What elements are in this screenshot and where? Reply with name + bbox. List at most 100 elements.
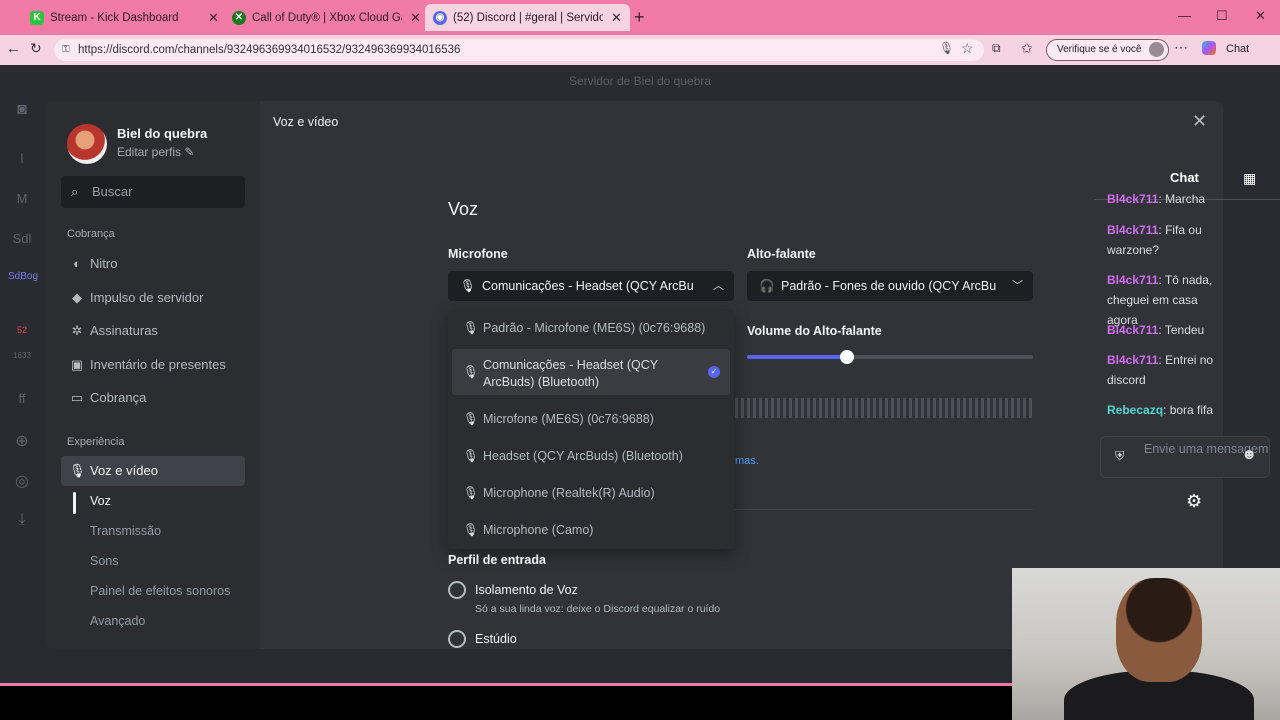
xbox-icon: ✕ — [232, 10, 246, 25]
subitem-voice[interactable]: Voz — [90, 494, 111, 508]
section-header-experience: Experiência — [67, 436, 125, 448]
speaker-volume-slider[interactable] — [747, 350, 1033, 364]
microphone-icon: 🎙 — [463, 365, 479, 379]
search-input[interactable]: ⌕ Buscar — [61, 176, 245, 208]
chat-username[interactable]: Rebecazq — [1107, 403, 1163, 417]
option-label: Microphone (Realtek(R) Audio) — [483, 486, 655, 500]
avatar — [1148, 42, 1164, 57]
chat-username[interactable]: Bl4ck711 — [1107, 223, 1158, 237]
minimize-icon[interactable]: — — [1178, 8, 1191, 23]
gift-icon: ▣ — [70, 357, 84, 372]
sidebar-item-server-boost[interactable]: ◆ Impulso de servidor — [61, 283, 245, 313]
shield-icon[interactable]: ⛨ — [1115, 449, 1124, 464]
chat-username[interactable]: Bl4ck711 — [1107, 323, 1158, 337]
microphone-option[interactable]: 🎙 Microfone (ME6S) (0c76:9688) — [452, 412, 730, 426]
server-badge: 52 — [16, 325, 27, 335]
mic-icon[interactable]: 🎙 — [939, 41, 954, 55]
chevron-down-icon: ﹀ — [1012, 280, 1023, 292]
verify-identity-button[interactable]: Verifique se é você — [1046, 39, 1169, 61]
server-icon[interactable]: M — [8, 191, 36, 206]
chat-message-input[interactable]: ⛨ Envie uma mensagem ☻ — [1100, 436, 1270, 478]
microphone-icon: 🎙 — [463, 486, 479, 500]
tab-discord[interactable]: ◉ (52) Discord | #geral | Servidor ✕ — [425, 4, 630, 31]
help-link[interactable]: mas. — [735, 455, 759, 467]
close-window-icon[interactable]: ✕ — [1255, 8, 1266, 24]
server-icon[interactable]: l — [8, 151, 36, 166]
voice-isolation-radio[interactable] — [448, 581, 466, 599]
server-icon[interactable]: ff — [8, 391, 36, 406]
copilot-icon[interactable] — [1202, 41, 1216, 55]
url-field[interactable]: ⚿ https://discord.com/channels/932496369… — [54, 39, 984, 61]
close-icon[interactable]: ✕ — [1192, 111, 1207, 132]
webcam-overlay — [1012, 568, 1280, 720]
microphone-select[interactable]: 🎙 Comunicações - Headset (QCY ArcBu ︿ — [448, 271, 734, 301]
sidebar-item-gift-inventory[interactable]: ▣ Inventário de presentes — [61, 350, 245, 380]
add-server-icon[interactable]: ⊕ — [8, 431, 36, 451]
server-icon[interactable]: 1633 — [8, 351, 36, 360]
sidebar-item-billing[interactable]: ▭ Cobrança — [61, 383, 245, 413]
close-tab-icon[interactable]: ✕ — [208, 10, 219, 26]
explore-icon[interactable]: ◎ — [8, 471, 36, 491]
emoji-icon[interactable]: ☻ — [1241, 447, 1257, 462]
chat-username[interactable]: Bl4ck711 — [1107, 192, 1158, 206]
address-bar-row: ← ↻ ⚿ https://discord.com/channels/93249… — [0, 35, 1280, 65]
webcam-person-head — [1116, 578, 1202, 682]
subitem-soundboard[interactable]: Painel de efeitos sonoros — [90, 584, 230, 598]
chat-message: Bl4ck711: Fifa ou warzone? — [1107, 223, 1202, 257]
copilot-chat-button[interactable]: Chat — [1226, 43, 1249, 55]
users-icon[interactable]: ▦ — [1243, 170, 1256, 187]
chat-username[interactable]: Bl4ck711 — [1107, 353, 1158, 367]
microphone-option-selected[interactable]: 🎙 Comunicações - Headset (QCY ArcBuds) (… — [452, 349, 730, 395]
microphone-option[interactable]: 🎙 Headset (QCY ArcBuds) (Bluetooth) — [452, 449, 730, 463]
star-icon[interactable]: ☆ — [961, 40, 974, 57]
microphone-option[interactable]: 🎙 Microphone (Camo) — [452, 523, 730, 537]
studio-radio[interactable] — [448, 630, 466, 648]
subitem-streaming[interactable]: Transmissão — [90, 524, 161, 538]
chat-text: bora fifa — [1169, 403, 1214, 417]
reload-icon[interactable]: ↻ — [30, 40, 42, 57]
tab-kick[interactable]: K Stream - Kick Dashboard ✕ — [22, 4, 227, 31]
edit-profile-link[interactable]: Editar perfis ✎ — [117, 145, 194, 159]
microphone-option[interactable]: 🎙 Padrão - Microfone (ME6S) (0c76:9688) — [452, 321, 730, 335]
close-tab-icon[interactable]: ✕ — [611, 10, 622, 26]
input-profile-label: Perfil de entrada — [448, 553, 546, 567]
sidebar-item-label: Inventário de presentes — [90, 357, 226, 372]
stream-chat-title: Chat — [1170, 170, 1199, 185]
favorites-icon[interactable]: ✩ — [1021, 40, 1033, 57]
sidebar-item-label: Impulso de servidor — [90, 290, 204, 305]
speaker-select[interactable]: 🎧 Padrão - Fones de ouvido (QCY ArcBu ﹀ — [747, 271, 1033, 301]
speaker-volume-label: Volume do Alto-falante — [747, 324, 882, 338]
microphone-dropdown: 🎙 Padrão - Microfone (ME6S) (0c76:9688) … — [448, 309, 734, 549]
microphone-option[interactable]: 🎙 Microphone (Realtek(R) Audio) — [452, 486, 730, 500]
microphone-icon: 🎙 — [463, 523, 479, 537]
tab-xbox[interactable]: ✕ Call of Duty® | Xbox Cloud Gaming ✕ — [224, 4, 429, 31]
server-icon[interactable]: SdBog — [8, 271, 38, 282]
gear-icon[interactable]: ⚙ — [1186, 491, 1202, 512]
sidebar-item-nitro[interactable]: ◐ Nitro — [61, 249, 245, 279]
credit-card-icon: ▭ — [70, 390, 84, 405]
new-tab-icon[interactable]: + — [634, 7, 645, 28]
subitem-sounds[interactable]: Sons — [90, 554, 119, 568]
avatar[interactable] — [67, 124, 107, 164]
settings-sidebar: Biel do quebra Editar perfis ✎ ⌕ Buscar … — [46, 101, 260, 649]
extensions-icon[interactable]: ⧉ — [992, 41, 1001, 56]
close-tab-icon[interactable]: ✕ — [410, 10, 421, 26]
speaker-label: Alto-falante — [747, 247, 816, 261]
server-icon[interactable]: Sdl — [8, 231, 36, 246]
subscriptions-icon: ✲ — [71, 323, 83, 338]
more-icon[interactable]: ⋯ — [1174, 39, 1188, 56]
sidebar-item-subscriptions[interactable]: ✲ Assinaturas — [61, 316, 245, 346]
back-icon[interactable]: ← — [6, 40, 21, 57]
chevron-up-icon: ︿ — [713, 280, 724, 292]
discord-home-icon[interactable]: ◙ — [8, 101, 36, 119]
voice-isolation-description: Só a sua linda voz: deixe o Discord equa… — [475, 603, 721, 615]
chat-username[interactable]: Bl4ck711 — [1107, 273, 1158, 287]
lock-icon: ⚿ — [62, 44, 70, 55]
maximize-icon[interactable]: ☐ — [1216, 8, 1228, 24]
slider-handle[interactable] — [840, 350, 855, 364]
subitem-advanced[interactable]: Avançado — [90, 614, 145, 628]
page-title: Voz e vídeo — [273, 115, 339, 129]
sidebar-item-voice-video[interactable]: 🎙 Voz e vídeo — [61, 456, 245, 486]
download-icon[interactable]: ⤓ — [8, 511, 36, 529]
browser-tab-bar: K Stream - Kick Dashboard ✕ ✕ Call of Du… — [0, 0, 1280, 35]
